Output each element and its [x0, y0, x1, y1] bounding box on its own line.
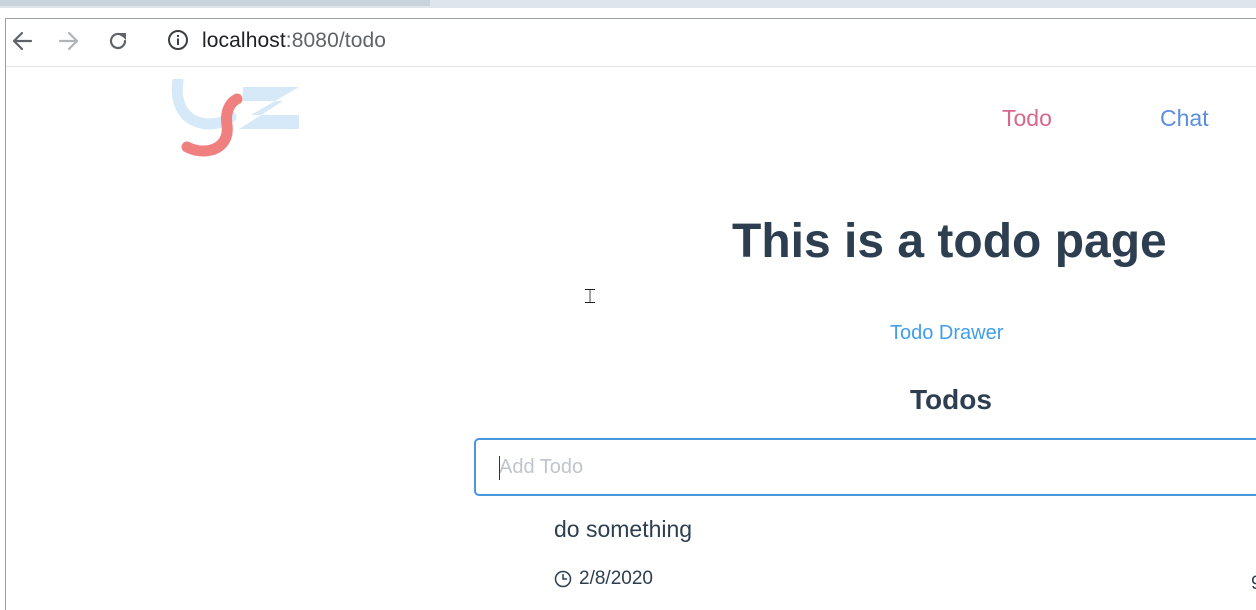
todo-date-row: 2/8/2020	[554, 568, 653, 590]
todo-date: 2/8/2020	[579, 568, 653, 589]
arrow-left-icon	[12, 31, 33, 51]
nav-link-chat[interactable]: Chat	[1160, 104, 1209, 132]
forward-button[interactable]	[57, 29, 81, 53]
yz-logo[interactable]	[171, 79, 303, 157]
web-page: Todo Chat This is a todo page ⌶ Todo Dra…	[6, 68, 1256, 610]
page-title: This is a todo page	[732, 215, 1167, 268]
add-todo-input[interactable]	[474, 438, 1256, 496]
arrow-right-icon	[58, 31, 79, 51]
clock-icon	[554, 570, 572, 588]
url-path: :8080/todo	[285, 29, 387, 52]
tab-strip	[0, 0, 430, 6]
address-bar[interactable]: localhost:8080/todo	[202, 28, 386, 54]
nav-link-todo[interactable]: Todo	[1002, 104, 1052, 132]
todo-title: do something	[554, 516, 693, 542]
text-caret	[499, 456, 500, 480]
browser-toolbar: localhost:8080/todo	[6, 19, 1256, 67]
todo-edge-text: 9	[1251, 573, 1256, 595]
browser-top-strip	[0, 0, 1256, 8]
todos-heading: Todos	[910, 384, 992, 415]
info-icon[interactable]	[167, 29, 189, 51]
todo-drawer-link[interactable]: Todo Drawer	[890, 321, 1003, 345]
ibeam-cursor-icon: ⌶	[584, 284, 596, 308]
reload-icon	[109, 32, 127, 50]
browser-window: localhost:8080/todo Todo Chat This is a …	[5, 18, 1256, 610]
url-host: localhost	[202, 29, 286, 52]
back-button[interactable]	[10, 29, 34, 53]
list-item[interactable]: do something 2/8/2020 9	[554, 515, 1256, 610]
reload-button[interactable]	[106, 29, 130, 53]
